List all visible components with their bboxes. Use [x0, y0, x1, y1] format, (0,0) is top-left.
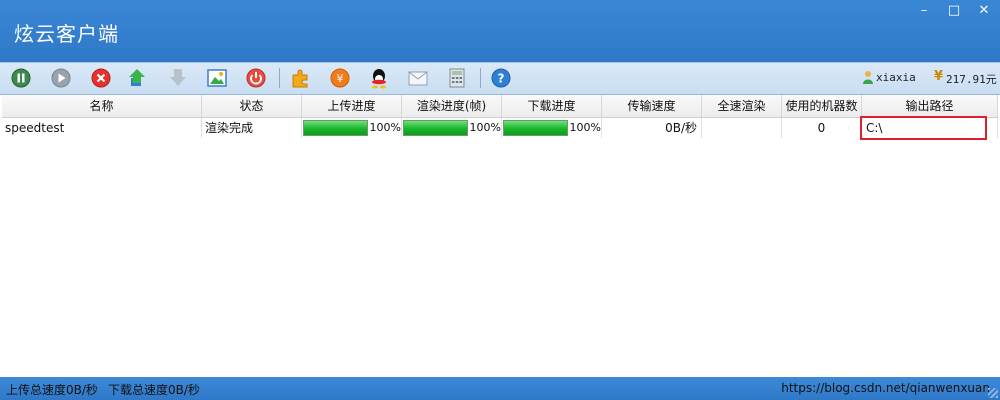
download-progress-bar [503, 120, 568, 136]
yuan-icon[interactable]: ¥ [329, 67, 351, 89]
download-progress: 100% [502, 118, 602, 138]
status-bar: 上传总速度0B/秒 下载总速度0B/秒 https://blog.csdn.ne… [0, 377, 1000, 400]
upload-progress-value: 100% [369, 121, 401, 134]
table-header: 名称 状态 上传进度 渲染进度(帧) 下载进度 传输速度 全速渲染 使用的机器数… [2, 95, 998, 118]
col-header-fullspeed[interactable]: 全速渲染 [702, 95, 782, 117]
watermark: https://blog.csdn.net/qianwenxuan [781, 381, 990, 395]
download-icon[interactable] [167, 67, 189, 89]
mail-icon[interactable] [407, 67, 429, 89]
plugin-icon[interactable] [290, 67, 312, 89]
col-header-upload[interactable]: 上传进度 [302, 95, 402, 117]
toolbar: ¥ ? xiaxia ¥ 217.91元 [0, 62, 1000, 95]
qq-icon[interactable] [368, 67, 390, 89]
toolbar-separator [279, 68, 280, 88]
transfer-speed: 0B/秒 [602, 118, 702, 138]
title-bar: 炫云客户端 – □ ✕ [0, 0, 1000, 62]
image-icon[interactable] [206, 67, 228, 89]
play-icon[interactable] [50, 67, 72, 89]
col-header-name[interactable]: 名称 [2, 95, 202, 117]
download-progress-value: 100% [569, 121, 601, 134]
toolbar-separator [480, 68, 481, 88]
task-status: 渲染完成 [202, 118, 302, 138]
app-title: 炫云客户端 [14, 22, 119, 46]
user-icon [863, 71, 873, 84]
table-row[interactable]: speedtest 渲染完成 100% 100% 100% 0B/秒 0 C:\ [2, 118, 998, 138]
total-upload-speed: 上传总速度0B/秒 [6, 383, 98, 397]
svg-text:?: ? [498, 72, 505, 86]
balance-icon: ¥ [934, 69, 944, 84]
upload-icon[interactable] [128, 67, 150, 89]
maximize-button[interactable]: □ [946, 4, 962, 18]
upload-progress: 100% [302, 118, 402, 138]
minimize-button[interactable]: – [916, 4, 932, 18]
task-name: speedtest [2, 118, 202, 138]
task-table: 名称 状态 上传进度 渲染进度(帧) 下载进度 传输速度 全速渲染 使用的机器数… [2, 95, 998, 138]
account-balance[interactable]: 217.91元 [946, 71, 997, 87]
col-header-machines[interactable]: 使用的机器数 [782, 95, 862, 117]
upload-progress-bar [303, 120, 368, 136]
svg-text:¥: ¥ [337, 72, 344, 85]
col-header-path[interactable]: 输出路径 [862, 95, 998, 117]
stop-icon[interactable] [245, 67, 267, 89]
delete-icon[interactable] [90, 67, 112, 89]
col-header-status[interactable]: 状态 [202, 95, 302, 117]
resize-grip[interactable] [988, 388, 998, 398]
machine-count: 0 [782, 118, 862, 138]
render-progress-bar [403, 120, 468, 136]
total-download-speed: 下载总速度0B/秒 [108, 383, 200, 397]
highlight-annotation-box [860, 116, 987, 140]
full-speed-render [702, 118, 782, 138]
calculator-icon[interactable] [446, 67, 468, 89]
col-header-download[interactable]: 下载进度 [502, 95, 602, 117]
help-icon[interactable]: ? [490, 67, 512, 89]
close-button[interactable]: ✕ [976, 4, 992, 18]
render-progress: 100% [402, 118, 502, 138]
pause-icon[interactable] [10, 67, 32, 89]
render-progress-value: 100% [469, 121, 501, 134]
col-header-speed[interactable]: 传输速度 [602, 95, 702, 117]
username[interactable]: xiaxia [876, 71, 916, 84]
col-header-render[interactable]: 渲染进度(帧) [402, 95, 502, 117]
